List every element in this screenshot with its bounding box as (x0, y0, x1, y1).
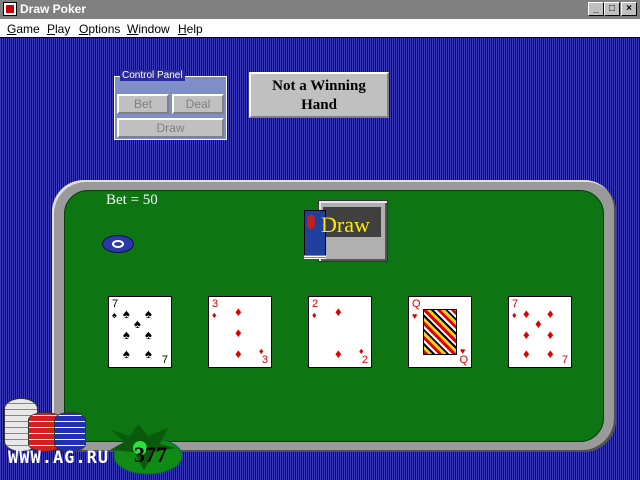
window-title: Draw Poker (20, 2, 87, 16)
card-4[interactable]: Q ♥ ♥ Q (408, 296, 472, 368)
spade-icon: ♠ (123, 306, 130, 321)
diamond-icon: ♦ (335, 304, 342, 319)
app-icon[interactable] (3, 2, 17, 16)
blue-chip-stack-icon (54, 412, 86, 452)
diamond-icon: ♦ (312, 310, 317, 320)
dealer-number: 377 (134, 442, 167, 467)
draw-button[interactable]: Draw (117, 118, 224, 138)
spade-icon: ♠ (123, 346, 130, 361)
bet-button[interactable]: Bet (117, 94, 169, 114)
diamond-icon: ♦ (335, 346, 342, 361)
spade-icon: ♠ (145, 327, 152, 342)
menu-bar: Game Play Options Window Help (0, 19, 640, 38)
card-rank: 3 (261, 354, 268, 366)
control-panel-label: Control Panel (120, 70, 185, 81)
menu-game[interactable]: Game (7, 22, 40, 36)
card-3[interactable]: 2 ♦ ♦ ♦ ♦ 2 (308, 296, 372, 368)
diamond-icon: ♦ (235, 346, 242, 361)
menu-help[interactable]: Help (178, 22, 203, 36)
menu-window[interactable]: Window (127, 22, 170, 36)
queen-face-icon (423, 309, 457, 355)
spade-icon: ♠ (145, 306, 152, 321)
diamond-icon: ♦ (512, 310, 517, 320)
diamond-icon: ♦ (547, 346, 554, 361)
status-message: Not a Winning Hand (249, 72, 389, 118)
diamond-icon: ♦ (212, 310, 217, 320)
spade-icon: ♠ (134, 316, 141, 331)
menu-play[interactable]: Play (47, 22, 70, 36)
card-5[interactable]: 7 ♦ ♦ ♦ ♦ ♦ ♦ ♦ ♦ 7 (508, 296, 572, 368)
heart-icon: ♥ (412, 311, 418, 321)
diamond-icon: ♦ (535, 316, 542, 331)
card-rank: 7 (161, 354, 168, 366)
diamond-icon: ♦ (547, 306, 554, 321)
spade-icon: ♠ (112, 310, 117, 320)
menu-options[interactable]: Options (79, 22, 120, 36)
diamond-icon: ♦ (235, 325, 242, 340)
deal-button[interactable]: Deal (172, 94, 224, 114)
minimize-button[interactable]: _ (588, 2, 604, 16)
draw-label: Draw (321, 212, 370, 237)
diamond-icon: ♦ (523, 306, 530, 321)
diamond-icon: ♦ (523, 346, 530, 361)
card-rank: Q (459, 354, 468, 366)
status-line-1: Not a Winning (272, 78, 366, 94)
spade-icon: ♠ (145, 346, 152, 361)
diamond-icon: ♦ (547, 327, 554, 342)
spade-icon: ♠ (123, 327, 130, 342)
bet-amount: Bet = 50 (106, 192, 158, 208)
watermark: WWW.AG.RU (8, 448, 110, 468)
card-2[interactable]: 3 ♦ ♦ ♦ ♦ ♦ 3 (208, 296, 272, 368)
title-bar: Draw Poker _ □ × (0, 0, 640, 19)
card-rank: Q (412, 298, 421, 310)
diamond-icon: ♦ (523, 327, 530, 342)
maximize-button[interactable]: □ (604, 2, 620, 16)
bet-chip-icon[interactable] (102, 235, 134, 253)
status-line-2: Hand (301, 97, 337, 113)
diamond-icon: ♦ (235, 304, 242, 319)
close-button[interactable]: × (621, 2, 637, 16)
card-1[interactable]: 7 ♠ ♠ ♠ ♠ ♠ ♠ ♠ ♠ 7 (108, 296, 172, 368)
card-rank: 2 (361, 354, 368, 366)
card-rank: 7 (561, 354, 568, 366)
